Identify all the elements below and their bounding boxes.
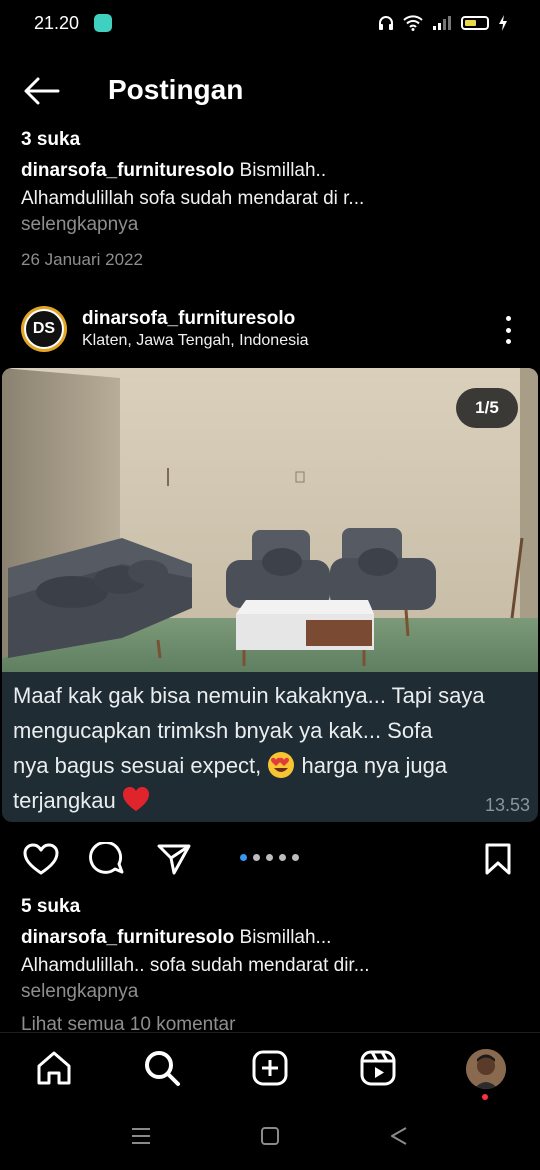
chat-line: nya bagus sesuai expect, harga nya juga [13,748,528,783]
carousel-dot-active [240,854,247,861]
image-counter: 1/5 [456,388,518,428]
carousel-dot [279,854,286,861]
chat-message: Maaf kak gak bisa nemuin kakaknya... Tap… [13,678,528,818]
chat-line: terjangkau [13,783,528,818]
plus-square-icon[interactable] [251,1049,289,1087]
notification-app-icon [94,14,112,32]
post-actions [0,836,540,882]
back-triangle-icon[interactable] [389,1126,409,1146]
caption-text-line2: Alhamdulillah.. sofa sudah mendarat dir.… [21,955,370,976]
post-username[interactable]: dinarsofa_furnituresolo [82,308,295,330]
more-link[interactable]: selengkapnya [21,981,138,1003]
send-icon[interactable] [156,842,192,876]
post-location[interactable]: Klaten, Jawa Tengah, Indonesia [82,332,309,350]
like-count[interactable]: 5 suka [21,896,80,918]
comment-icon[interactable] [89,842,127,878]
caption-text-line2: Alhamdulillah sofa sudah mendarat di r..… [21,188,365,209]
menu-icon[interactable] [131,1126,151,1146]
status-icons [378,12,508,34]
post-caption: dinarsofa_furnituresolo Bismillah... Alh… [21,924,521,980]
search-icon[interactable] [143,1049,181,1087]
signal-icon [433,16,451,30]
heart-eyes-emoji-icon [268,752,295,778]
top-bar: Postingan [0,60,540,122]
post-header: DS dinarsofa_furnituresolo Klaten, Jawa … [0,300,540,360]
more-link[interactable]: selengkapnya [21,214,138,236]
post-date: 26 Januari 2022 [21,250,143,269]
caption-username[interactable]: dinarsofa_furnituresolo [21,927,234,948]
battery-icon [461,16,489,30]
headphones-icon [379,16,393,30]
page-title: Postingan [108,74,244,105]
carousel-dot [266,854,273,861]
home-icon[interactable] [35,1049,73,1087]
avatar-logo: DS [24,309,64,349]
caption-text: Bismillah.. [234,160,327,181]
post-image[interactable]: 1/5 [2,368,538,672]
post-caption: dinarsofa_furnituresolo Bismillah.. Alha… [21,157,521,213]
carousel-dots [240,854,299,861]
chat-message-image: Maaf kak gak bisa nemuin kakaknya... Tap… [2,672,538,822]
charging-icon [499,15,507,31]
caption-username[interactable]: dinarsofa_furnituresolo [21,160,234,181]
chat-text-segment: harga nya juga [295,753,448,778]
notification-dot [482,1094,488,1100]
caption-text: Bismillah... [234,927,332,948]
profile-avatar[interactable] [466,1049,506,1089]
status-bar: 21.20 [0,0,540,48]
system-navigation [0,1106,540,1170]
home-square-icon[interactable] [260,1126,280,1146]
chat-line: mengucapkan trimksh bnyak ya kak... Sofa [13,718,433,743]
profile-photo [466,1049,506,1089]
like-count[interactable]: 3 suka [21,129,80,151]
status-time: 21.20 [34,13,80,33]
carousel-dot [253,854,260,861]
carousel-dot [292,854,299,861]
heart-icon[interactable] [22,842,60,876]
wifi-icon [403,15,423,31]
bottom-navigation [0,1032,540,1106]
arrow-left-icon[interactable] [22,76,62,106]
red-heart-emoji-icon [122,787,149,811]
chat-line: Maaf kak gak bisa nemuin kakaknya... Tap… [13,683,485,708]
avatar[interactable]: DS [21,306,67,352]
bookmark-icon[interactable] [484,842,512,876]
chat-text-segment: terjangkau [13,788,122,813]
chat-timestamp: 13.53 [484,795,530,815]
reels-icon[interactable] [359,1049,397,1087]
more-options-icon[interactable] [504,316,512,344]
chat-text-segment: nya bagus sesuai expect, [13,753,268,778]
